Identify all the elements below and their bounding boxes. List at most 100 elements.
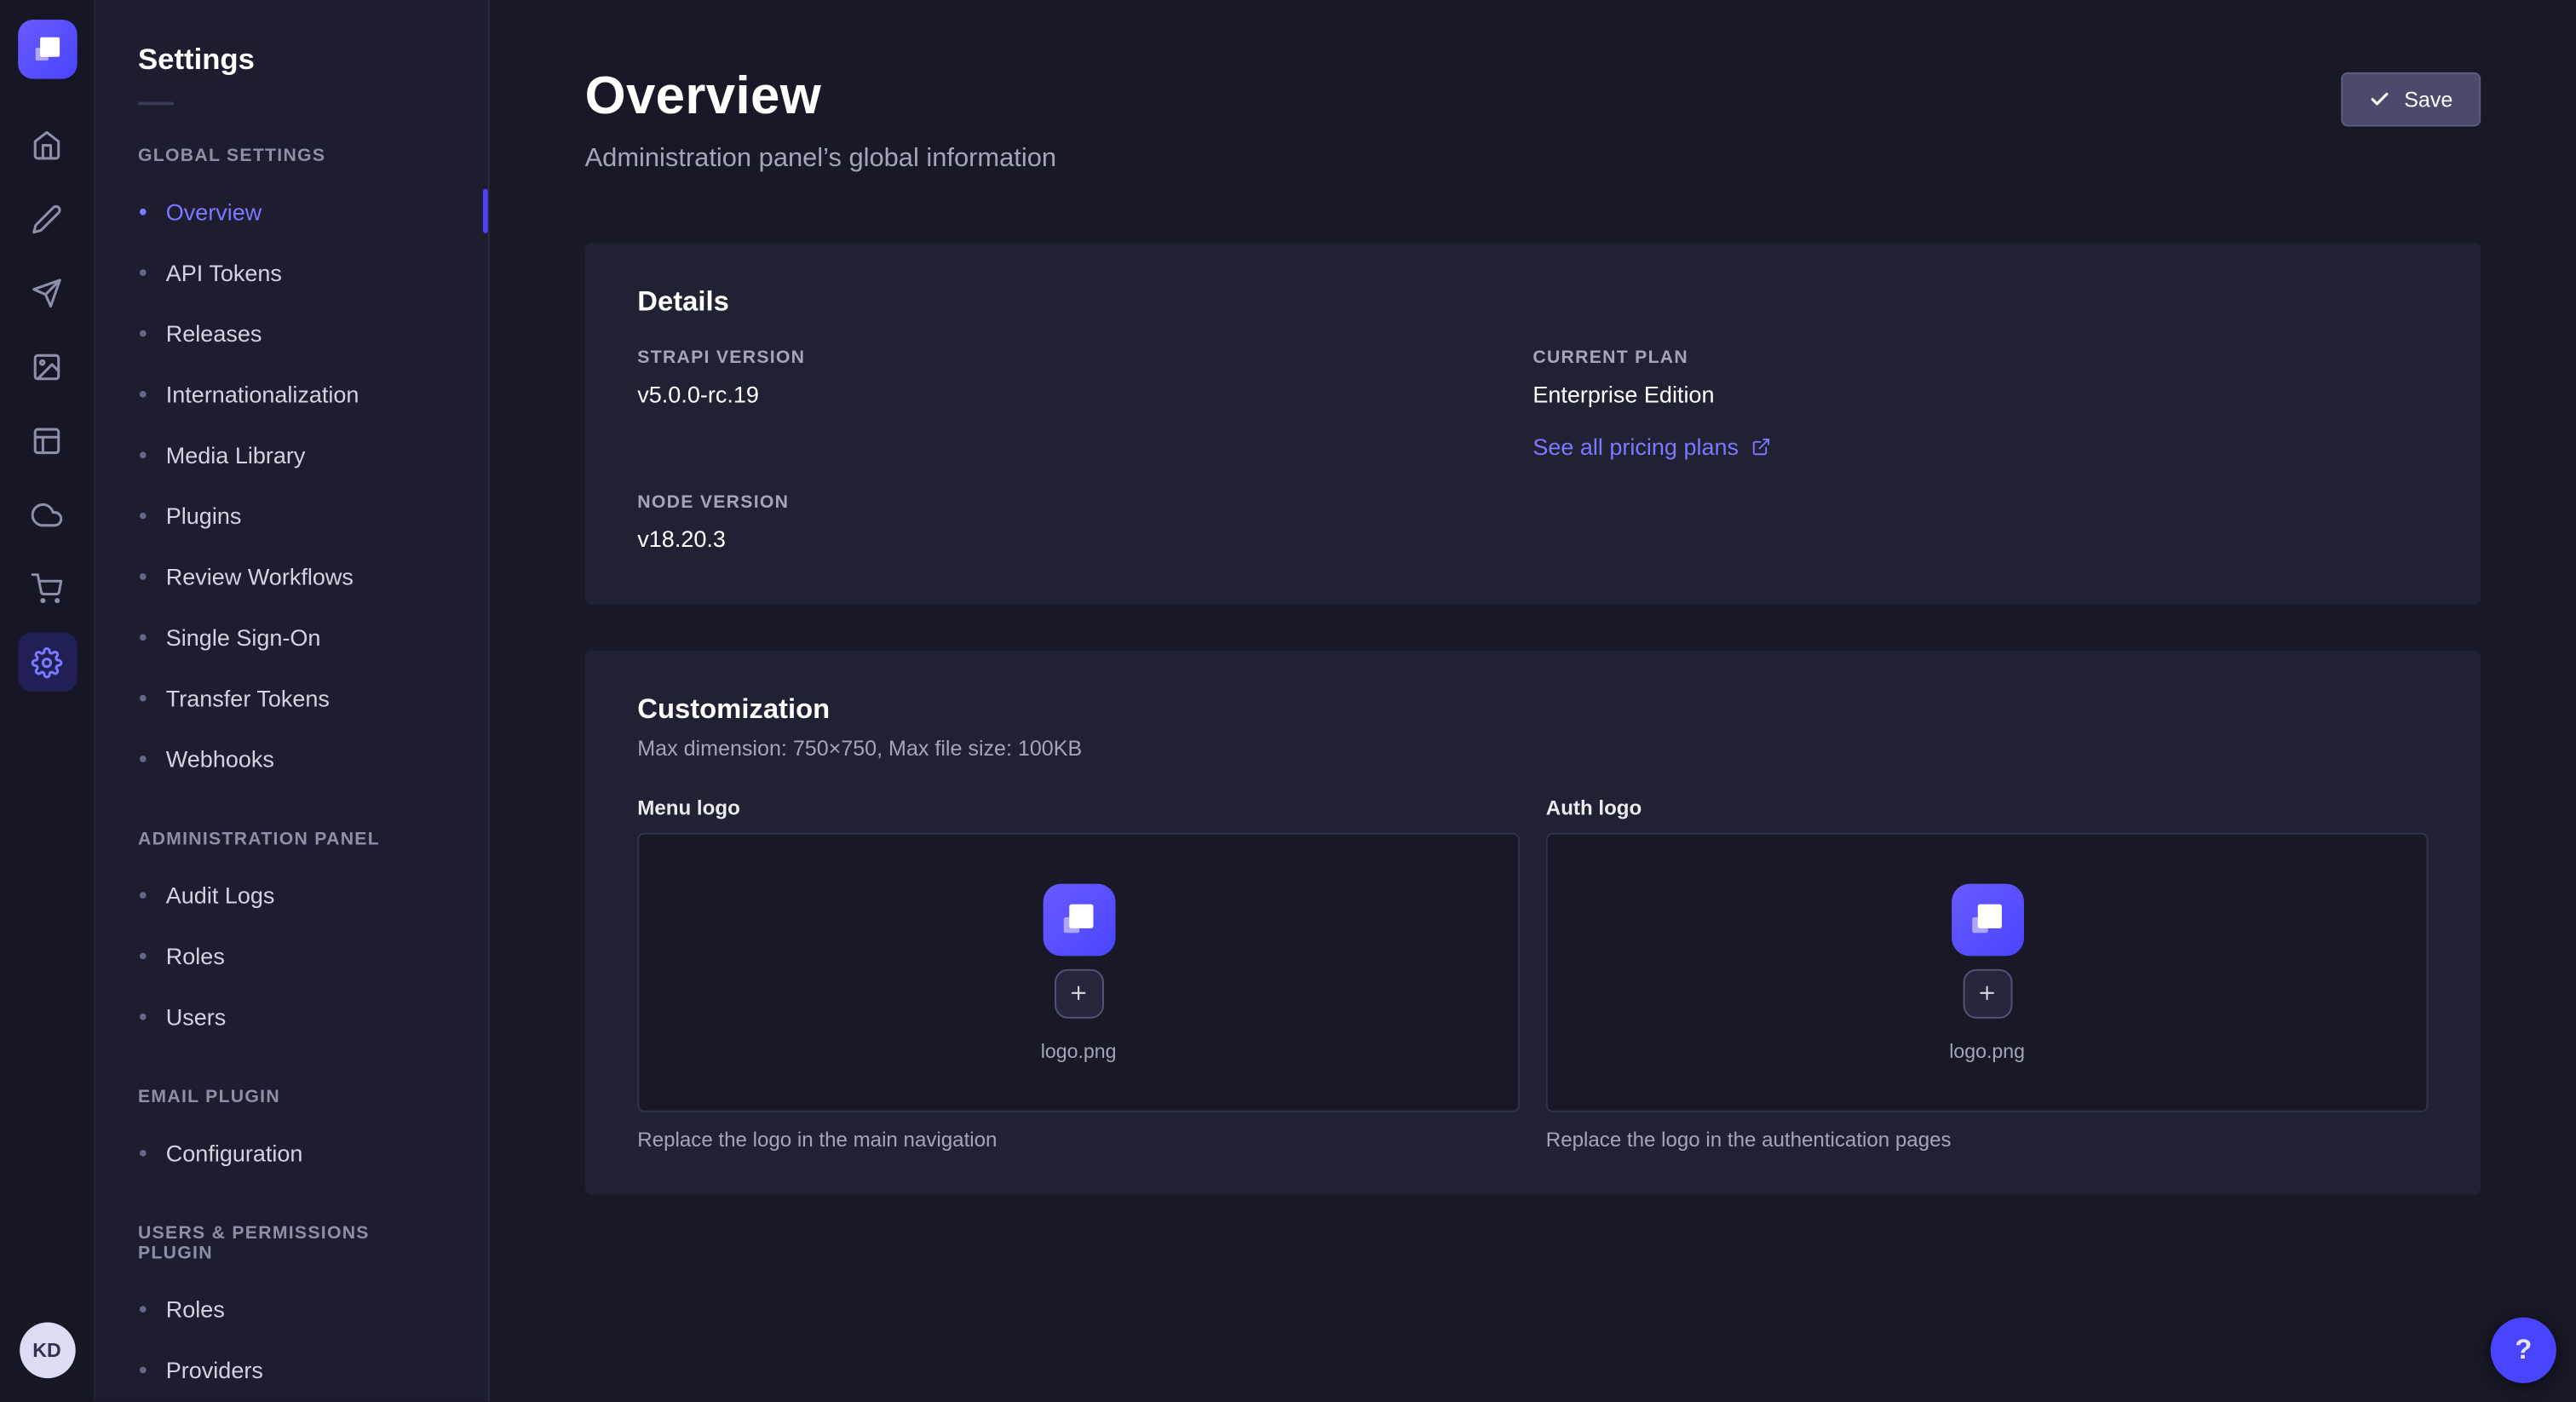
strapi-glyph-icon bbox=[1056, 897, 1101, 941]
menu-logo-dropzone[interactable]: logo.png bbox=[637, 833, 1520, 1112]
settings-gear-icon[interactable] bbox=[17, 632, 76, 691]
sidebar-item-transfer-tokens[interactable]: Transfer Tokens bbox=[95, 667, 488, 727]
menu-logo-upload: Menu logo logo.png Replac bbox=[637, 796, 1520, 1152]
sidebar-item-up-providers[interactable]: Providers bbox=[95, 1339, 488, 1399]
field-value: Enterprise Edition bbox=[1532, 381, 2428, 407]
field-label: STRAPI VERSION bbox=[637, 348, 1532, 368]
sidebar-item-releases[interactable]: Releases bbox=[95, 302, 488, 363]
sidebar-item-label: Audit Logs bbox=[166, 882, 275, 908]
bullet-icon bbox=[140, 1366, 147, 1373]
sidebar-item-admin-users[interactable]: Users bbox=[95, 985, 488, 1046]
sidebar-item-overview[interactable]: Overview bbox=[95, 181, 488, 241]
details-grid: STRAPI VERSION v5.0.0-rc.19 CURRENT PLAN… bbox=[637, 348, 2428, 552]
save-button-label: Save bbox=[2404, 87, 2452, 112]
content-manager-layout-icon[interactable] bbox=[17, 411, 76, 469]
user-avatar[interactable]: KD bbox=[19, 1322, 75, 1378]
sidebar-item-plugins[interactable]: Plugins bbox=[95, 485, 488, 545]
strapi-logo[interactable] bbox=[17, 20, 76, 78]
auth-logo-preview bbox=[1951, 883, 2023, 956]
paper-plane-icon[interactable] bbox=[17, 263, 76, 322]
details-card-title: Details bbox=[637, 286, 2428, 319]
auth-logo-label: Auth logo bbox=[1546, 796, 2429, 819]
sidebar-item-label: Media Library bbox=[166, 441, 306, 468]
pricing-plans-link-label: See all pricing plans bbox=[1532, 434, 1739, 460]
sidebar-item-label: Internationalization bbox=[166, 380, 359, 406]
bullet-icon bbox=[140, 891, 147, 898]
strapi-glyph-icon bbox=[29, 32, 65, 67]
bullet-icon bbox=[140, 952, 147, 959]
section-global-settings: GLOBAL SETTINGS bbox=[138, 147, 446, 166]
auth-logo-upload: Auth logo logo.png Replac bbox=[1546, 796, 2429, 1152]
auth-logo-filename: logo.png bbox=[1949, 1039, 2025, 1062]
node-version-field: NODE VERSION v18.20.3 bbox=[637, 493, 1532, 552]
menu-logo-preview bbox=[1043, 883, 1115, 956]
plus-icon bbox=[1068, 982, 1090, 1003]
bullet-icon bbox=[140, 268, 147, 275]
bullet-icon bbox=[140, 390, 147, 397]
customization-card-subtitle: Max dimension: 750×750, Max file size: 1… bbox=[637, 736, 2428, 761]
pricing-plans-link[interactable]: See all pricing plans bbox=[1532, 434, 1771, 460]
sidebar-item-internationalization[interactable]: Internationalization bbox=[95, 363, 488, 423]
bullet-icon bbox=[140, 1149, 147, 1156]
external-link-icon bbox=[1751, 437, 1771, 457]
page-title: Overview bbox=[585, 66, 1056, 126]
customization-card: Customization Max dimension: 750×750, Ma… bbox=[585, 651, 2481, 1194]
menu-logo-filename: logo.png bbox=[1041, 1039, 1117, 1062]
sidebar-item-audit-logs[interactable]: Audit Logs bbox=[95, 864, 488, 924]
field-label: CURRENT PLAN bbox=[1532, 348, 2428, 368]
marketplace-cart-icon[interactable] bbox=[17, 559, 76, 618]
cloud-icon[interactable] bbox=[17, 485, 76, 543]
sidebar-item-media-library[interactable]: Media Library bbox=[95, 424, 488, 485]
sidebar-item-up-roles[interactable]: Roles bbox=[95, 1278, 488, 1338]
add-auth-logo-button[interactable] bbox=[1963, 968, 2012, 1018]
sidebar-item-admin-roles[interactable]: Roles bbox=[95, 925, 488, 985]
sidebar-item-label: API Tokens bbox=[166, 259, 282, 285]
rail-nav-icons bbox=[17, 115, 76, 692]
sidebar-item-email-configuration[interactable]: Configuration bbox=[95, 1122, 488, 1182]
auth-logo-dropzone[interactable]: logo.png bbox=[1546, 833, 2429, 1112]
media-library-images-icon[interactable] bbox=[17, 336, 76, 395]
field-value: v18.20.3 bbox=[637, 526, 1532, 552]
check-icon bbox=[2370, 89, 2391, 110]
sidebar-item-review-workflows[interactable]: Review Workflows bbox=[95, 545, 488, 606]
sidebar-item-label: Transfer Tokens bbox=[166, 684, 330, 710]
sidebar-item-label: Single Sign-On bbox=[166, 623, 321, 650]
sidebar-item-label: Webhooks bbox=[166, 745, 274, 772]
app-window: KD Settings GLOBAL SETTINGS Overview API… bbox=[0, 0, 2576, 1401]
sidebar-item-label: Roles bbox=[166, 1296, 225, 1322]
main-content: Overview Administration panel’s global i… bbox=[490, 0, 2576, 1401]
plus-icon bbox=[1976, 982, 1998, 1003]
section-administration-panel: ADMINISTRATION PANEL bbox=[138, 830, 446, 849]
page-header-text: Overview Administration panel’s global i… bbox=[585, 66, 1056, 174]
auth-logo-caption: Replace the logo in the authentication p… bbox=[1546, 1129, 2429, 1152]
field-label: NODE VERSION bbox=[637, 493, 1532, 513]
global-settings-list: Overview API Tokens Releases Internation… bbox=[95, 181, 488, 789]
bullet-icon bbox=[140, 208, 147, 215]
details-card: Details STRAPI VERSION v5.0.0-rc.19 CURR… bbox=[585, 243, 2481, 604]
sidebar-item-webhooks[interactable]: Webhooks bbox=[95, 727, 488, 788]
bullet-icon bbox=[140, 694, 147, 701]
sidebar-item-label: Users bbox=[166, 1003, 227, 1029]
help-button[interactable]: ? bbox=[2491, 1318, 2556, 1383]
home-icon[interactable] bbox=[17, 115, 76, 174]
administration-panel-list: Audit Logs Roles Users bbox=[95, 864, 488, 1046]
page-header: Overview Administration panel’s global i… bbox=[585, 0, 2481, 174]
bullet-icon bbox=[140, 330, 147, 336]
strapi-version-field: STRAPI VERSION v5.0.0-rc.19 bbox=[637, 348, 1532, 463]
sidebar-item-single-sign-on[interactable]: Single Sign-On bbox=[95, 606, 488, 667]
add-menu-logo-button[interactable] bbox=[1054, 968, 1103, 1018]
bullet-icon bbox=[140, 512, 147, 519]
sidebar-item-label: Releases bbox=[166, 319, 262, 346]
field-value: v5.0.0-rc.19 bbox=[637, 381, 1532, 407]
sidebar-item-label: Configuration bbox=[166, 1139, 303, 1165]
menu-logo-label: Menu logo bbox=[637, 796, 1520, 819]
save-button[interactable]: Save bbox=[2342, 72, 2481, 127]
bullet-icon bbox=[140, 572, 147, 579]
sidebar-item-label: Providers bbox=[166, 1356, 263, 1382]
content-type-builder-pen-icon[interactable] bbox=[17, 189, 76, 248]
bullet-icon bbox=[140, 755, 147, 761]
strapi-glyph-icon bbox=[1965, 897, 2010, 941]
sidebar-title-divider bbox=[138, 102, 174, 106]
sidebar-item-label: Review Workflows bbox=[166, 563, 354, 589]
sidebar-item-api-tokens[interactable]: API Tokens bbox=[95, 241, 488, 302]
